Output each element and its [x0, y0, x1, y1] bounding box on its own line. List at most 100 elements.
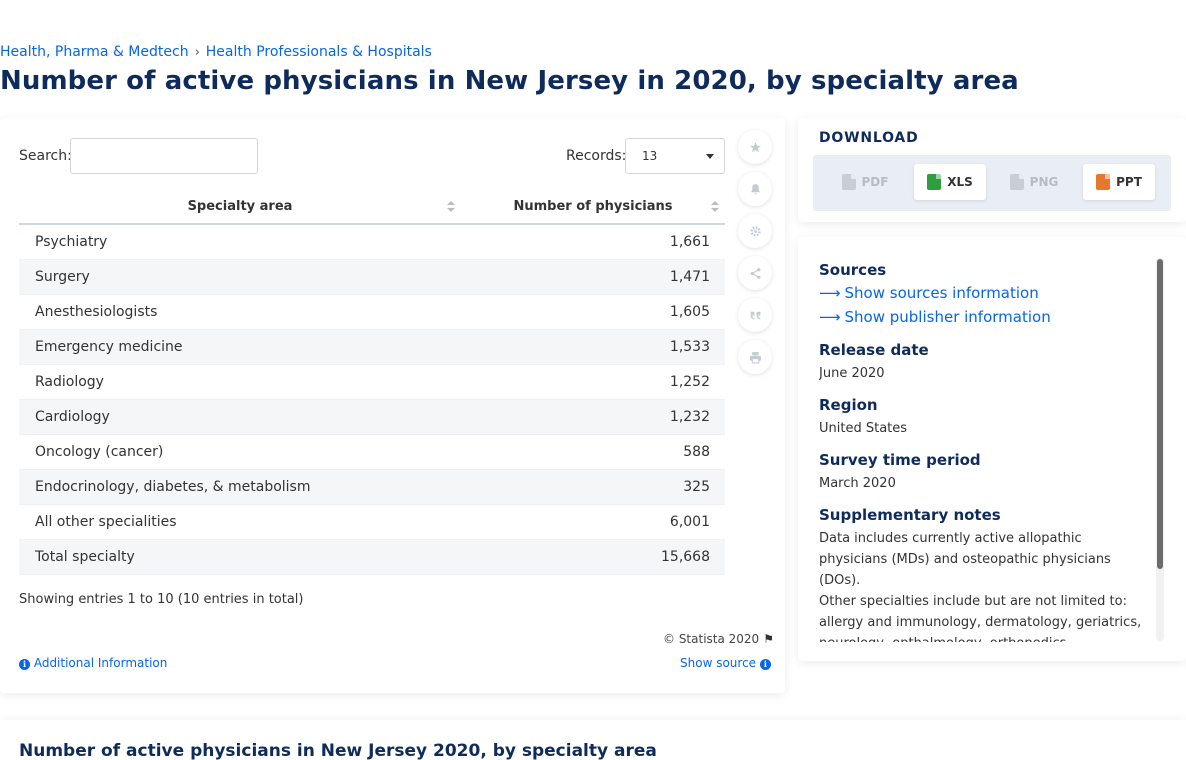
cell-number: 1,232	[461, 399, 725, 435]
statistic-table-panel: Search: Records: 13 Specialty area Numbe…	[0, 118, 785, 693]
show-publisher-link[interactable]: ⟶ Show publisher information	[819, 308, 1051, 326]
table-header-row: Specialty area Number of physicians	[19, 190, 725, 225]
download-title: DOWNLOAD	[819, 130, 919, 146]
show-sources-link[interactable]: ⟶ Show sources information	[819, 284, 1039, 302]
table-row: Oncology (cancer) 588	[19, 434, 725, 470]
records-label: Records:	[566, 148, 627, 164]
data-table: Specialty area Number of physicians Psyc…	[19, 190, 725, 575]
print-button[interactable]	[738, 340, 772, 374]
cell-number: 1,661	[461, 224, 725, 260]
cell-specialty: Anesthesiologists	[19, 294, 461, 330]
settings-button[interactable]	[738, 214, 772, 248]
table-row: Radiology 1,252	[19, 364, 725, 400]
breadcrumb: Health, Pharma & Medtech › Health Professi…	[0, 44, 432, 60]
entries-info: Showing entries 1 to 10 (10 entries in t…	[19, 592, 304, 607]
table-row: Emergency medicine 1,533	[19, 329, 725, 365]
column-header-specialty[interactable]: Specialty area	[19, 190, 461, 225]
download-pdf-label: PDF	[861, 175, 889, 189]
share-icon	[750, 267, 760, 279]
download-png-button[interactable]: PNG	[998, 164, 1070, 200]
info-icon: i	[759, 659, 771, 670]
supplementary-notes-text: Other specialties include but are not li…	[819, 594, 1142, 642]
cell-number: 15,668	[461, 539, 725, 575]
cell-specialty: Cardiology	[19, 399, 461, 435]
cell-number: 1,252	[461, 364, 725, 400]
additional-information-label: Additional Information	[33, 656, 168, 670]
chevron-down-icon	[706, 154, 714, 159]
table-row: All other specialities 6,001	[19, 504, 725, 540]
pdf-file-icon	[841, 174, 856, 190]
table-row: Endocrinology, diabetes, & metabolism 325	[19, 469, 725, 505]
download-ppt-button[interactable]: PPT	[1083, 164, 1155, 200]
cell-specialty: Oncology (cancer)	[19, 434, 461, 470]
star-icon	[749, 141, 761, 152]
table-row: Total specialty 15,668	[19, 539, 725, 575]
download-bar: PDF XLS PNG PPT	[813, 155, 1171, 211]
breadcrumb-link-health-professionals[interactable]: Health Professionals & Hospitals	[206, 44, 432, 60]
show-publisher-label: Show publisher information	[844, 308, 1051, 326]
favorite-button[interactable]	[738, 130, 772, 164]
copyright-notice: © Statista 2020 ⚑	[663, 632, 774, 646]
bell-icon	[750, 183, 760, 194]
region-heading: Region	[819, 396, 878, 414]
quote-icon	[750, 311, 760, 319]
supplementary-notes-heading: Supplementary notes	[819, 506, 1001, 524]
cell-specialty: Surgery	[19, 259, 461, 295]
region-value: United States	[819, 421, 908, 436]
show-source-label: Show source	[680, 656, 757, 670]
release-date-heading: Release date	[819, 341, 929, 359]
download-pdf-button[interactable]: PDF	[829, 164, 901, 200]
survey-period-heading: Survey time period	[819, 451, 981, 469]
search-input[interactable]	[70, 138, 258, 174]
copyright-text: © Statista 2020	[663, 632, 760, 646]
column-header-number[interactable]: Number of physicians	[461, 190, 725, 225]
cell-number: 588	[461, 434, 725, 470]
flag-icon[interactable]: ⚑	[763, 632, 774, 646]
column-header-label: Number of physicians	[513, 199, 673, 214]
table-row: Psychiatry 1,661	[19, 224, 725, 260]
additional-information-link[interactable]: i Additional Information	[19, 656, 167, 670]
cell-specialty: All other specialities	[19, 504, 461, 540]
download-xls-label: XLS	[947, 175, 973, 189]
sources-heading: Sources	[819, 261, 887, 279]
cell-specialty: Radiology	[19, 364, 461, 400]
records-select[interactable]: 13	[625, 138, 725, 174]
cell-specialty: Endocrinology, diabetes, & metabolism	[19, 469, 461, 505]
cell-specialty: Emergency medicine	[19, 329, 461, 365]
notification-button[interactable]	[738, 172, 772, 206]
png-file-icon	[1009, 174, 1024, 190]
share-button[interactable]	[738, 256, 772, 290]
info-panel: Sources ⟶ Show sources information ⟶ Show …	[798, 237, 1186, 661]
survey-period-value: March 2020	[819, 476, 896, 491]
cell-number: 1,533	[461, 329, 725, 365]
download-xls-button[interactable]: XLS	[914, 164, 986, 200]
table-row: Surgery 1,471	[19, 259, 725, 295]
scrollbar-thumb[interactable]	[1157, 259, 1163, 569]
download-ppt-label: PPT	[1116, 175, 1142, 189]
page-title: Number of active physicians in New Jerse…	[0, 66, 1019, 96]
info-scroll-area[interactable]: Sources ⟶ Show sources information ⟶ Show …	[819, 237, 1149, 642]
description-title: Number of active physicians in New Jerse…	[19, 741, 657, 760]
search-label: Search:	[19, 148, 72, 164]
cell-number: 1,605	[461, 294, 725, 330]
cell-specialty: Psychiatry	[19, 224, 461, 260]
show-source-link[interactable]: Show source i	[680, 656, 771, 670]
arrow-right-icon: ⟶	[819, 308, 841, 326]
supplementary-notes-text: Data includes currently active allopathi…	[819, 531, 1111, 588]
release-date-value: June 2020	[819, 366, 885, 381]
download-panel: DOWNLOAD PDF XLS PNG PPT	[798, 118, 1186, 222]
xls-file-icon	[927, 174, 942, 190]
cell-number: 325	[461, 469, 725, 505]
table-row: Anesthesiologists 1,605	[19, 294, 725, 330]
sort-icon	[447, 201, 455, 213]
cell-number: 6,001	[461, 504, 725, 540]
records-select-value: 13	[642, 149, 658, 163]
table-row: Cardiology 1,232	[19, 399, 725, 435]
info-icon: i	[19, 659, 30, 670]
ppt-file-icon	[1096, 174, 1111, 190]
breadcrumb-link-health-pharma[interactable]: Health, Pharma & Medtech	[0, 44, 189, 60]
download-png-label: PNG	[1029, 175, 1059, 189]
cite-button[interactable]	[738, 298, 772, 332]
scrollbar[interactable]	[1156, 258, 1164, 641]
arrow-right-icon: ⟶	[819, 284, 841, 302]
